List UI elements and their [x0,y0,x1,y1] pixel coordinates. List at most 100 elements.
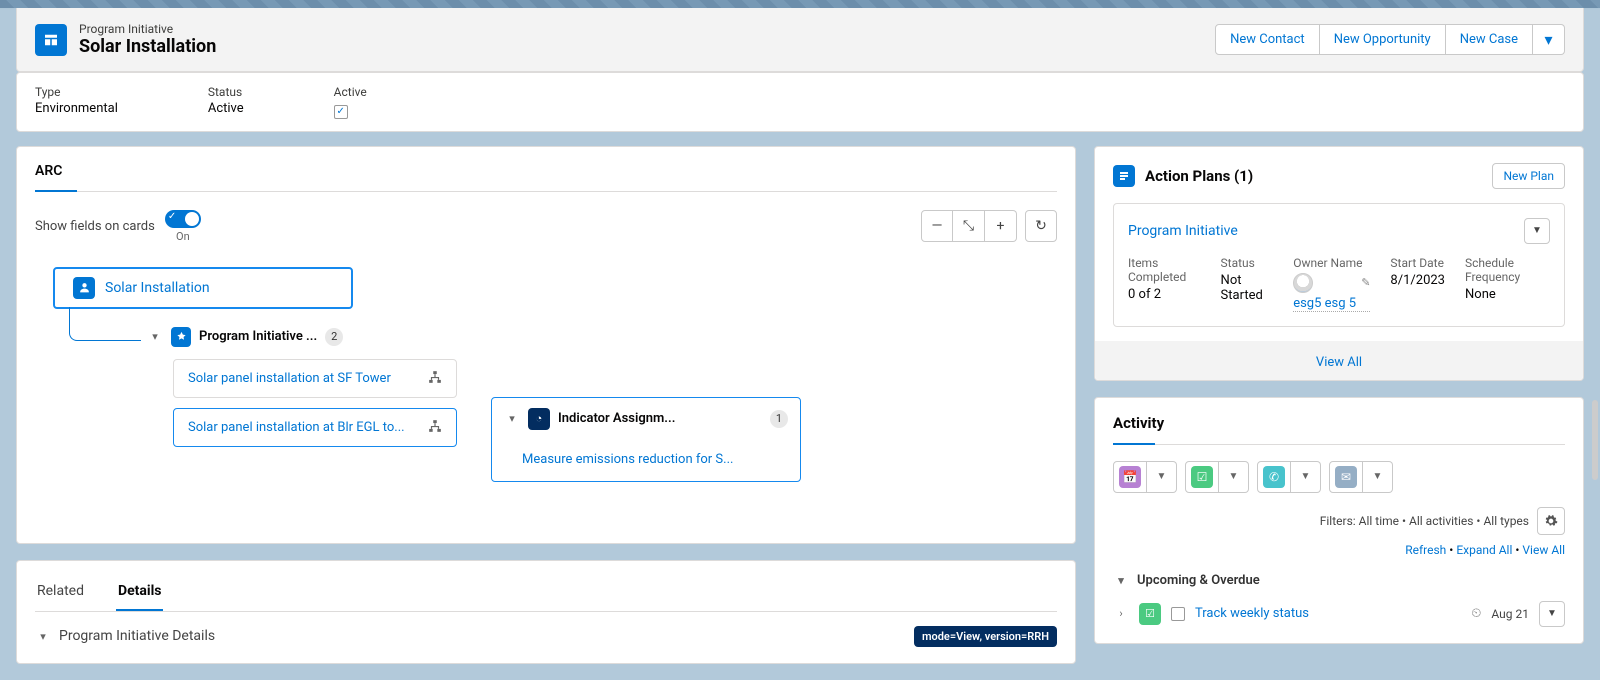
task-due-date: Aug 21 [1491,607,1529,621]
global-pattern-bar [0,0,1600,8]
show-fields-toggle-state: On [176,230,190,243]
status-field-label: Status [208,85,244,99]
new-contact-button[interactable]: New Contact [1215,24,1320,55]
arc-card: ARC Show fields on cards ✓ On [16,146,1076,544]
arc-child-link-1[interactable]: Solar panel installation at SF Tower [188,371,391,386]
schedule-freq-value: None [1465,287,1550,302]
new-opportunity-button[interactable]: New Opportunity [1320,24,1446,55]
activity-filters-text: Filters: All time • All activities • All… [1320,514,1529,528]
activity-refresh-link[interactable]: Refresh [1405,543,1446,557]
arc-child-link-2[interactable]: Solar panel installation at Blr EGL to..… [188,420,405,435]
status-field-value: Active [208,101,244,116]
change-owner-icon[interactable]: ✎ [1361,276,1370,289]
indicator-assignment-count-badge: 1 [770,410,788,428]
arc-child-node-2[interactable]: Solar panel installation at Blr EGL to..… [173,408,457,447]
send-email-dropdown[interactable]: ▼ [1363,461,1393,493]
program-initiative-icon [73,277,95,299]
action-plans-view-all-link[interactable]: View All [1316,355,1362,370]
program-initiative-record-icon [35,24,67,56]
send-email-button[interactable]: ✉ [1329,461,1363,493]
section-head-label: Program Initiative Details [59,628,215,644]
schedule-freq-label: Schedule Frequency [1465,256,1550,284]
arc-card-title: ARC [35,163,1057,185]
upcoming-overdue-label: Upcoming & Overdue [1137,573,1260,588]
items-completed-value: 0 of 2 [1128,287,1201,302]
arc-root-node[interactable]: Solar Installation [53,267,353,309]
scrollbar-thumb[interactable] [1592,400,1598,480]
fit-to-screen-button[interactable]: ⤡ [953,210,985,242]
activity-title: Activity [1113,414,1565,438]
task-row-menu[interactable]: ▼ [1539,601,1565,627]
program-initiative-chevron[interactable]: ▾ [147,329,163,345]
expand-all-button[interactable]: + [985,210,1017,242]
indicator-assignment-chevron[interactable]: ▾ [504,411,520,427]
upcoming-overdue-section[interactable]: ▾ Upcoming & Overdue [1113,573,1565,589]
arc-child-node-1[interactable]: Solar panel installation at SF Tower [173,359,457,398]
new-event-button[interactable]: 📅 [1113,461,1147,493]
indicator-assignment-panel: ▾ ◔ Indicator Assignm... 1 Measure emiss… [491,397,801,482]
action-plans-icon [1113,165,1135,187]
hierarchy-icon[interactable] [428,419,442,436]
new-task-dropdown[interactable]: ▼ [1219,461,1249,493]
new-event-dropdown[interactable]: ▼ [1147,461,1177,493]
record-header: Program Initiative Solar Installation Ne… [16,8,1584,72]
task-type-icon: ☑ [1139,603,1161,625]
action-plan-item: Program Initiative ▼ Items Completed 0 o… [1113,203,1565,327]
chevron-down-icon: ▾ [35,628,51,644]
indicator-assignment-icon: ◔ [528,408,550,430]
action-plans-card: Action Plans (1) New Plan Program Initia… [1094,146,1584,381]
type-field-label: Type [35,85,118,99]
program-initiative-details-section[interactable]: ▾ Program Initiative Details [35,628,215,644]
activity-expand-all-link[interactable]: Expand All [1456,543,1512,557]
mode-version-badge: mode=View, version=RRH [914,626,1057,647]
new-plan-button[interactable]: New Plan [1492,163,1565,189]
calendar-icon: 📅 [1119,466,1141,488]
start-date-value: 8/1/2023 [1390,273,1445,288]
owner-name-link[interactable]: esg5 esg 5 [1293,296,1370,312]
activity-card: Activity 📅 ▼ ☑ ▼ ✆ ▼ [1094,397,1584,644]
arc-root-label: Solar Installation [105,280,210,296]
refresh-arc-button[interactable]: ↻ [1025,210,1057,242]
new-task-button[interactable]: ☑ [1185,461,1219,493]
owner-name-label: Owner Name [1293,256,1370,270]
indicator-assignment-child-link[interactable]: Measure emissions reduction for S... [522,452,733,467]
show-fields-toggle-label: Show fields on cards [35,219,155,234]
header-actions-dropdown[interactable]: ▾ [1533,24,1565,55]
action-plans-title: Action Plans (1) [1145,167,1253,185]
active-checkbox-icon: ✓ [334,105,348,119]
task-subject-link[interactable]: Track weekly status [1195,606,1461,621]
task-expand-chevron[interactable]: › [1113,606,1129,622]
header-action-group: New Contact New Opportunity New Case ▾ [1215,24,1565,55]
owner-avatar [1293,273,1313,293]
program-initiative-group-icon [171,327,191,347]
recurrence-icon: ⏲ [1471,606,1481,621]
log-call-dropdown[interactable]: ▼ [1291,461,1321,493]
action-plan-item-menu[interactable]: ▼ [1524,218,1550,244]
action-plan-link[interactable]: Program Initiative [1128,223,1238,239]
tab-details[interactable]: Details [116,577,164,611]
items-completed-label: Items Completed [1128,256,1201,284]
highlight-fields-panel: Type Environmental Status Active Active … [16,72,1584,132]
task-complete-checkbox[interactable] [1171,607,1185,621]
log-call-button[interactable]: ✆ [1257,461,1291,493]
ap-status-value: Not Started [1221,273,1274,303]
indicator-assignment-title: Indicator Assignm... [558,411,762,426]
chevron-down-icon: ▾ [1113,573,1129,589]
record-title: Solar Installation [79,36,216,57]
new-case-button[interactable]: New Case [1446,24,1533,55]
type-field-value: Environmental [35,101,118,116]
collapse-all-button[interactable]: — [921,210,953,242]
start-date-label: Start Date [1390,256,1445,270]
program-initiative-count-badge: 2 [325,328,343,346]
program-initiative-group-label: Program Initiative ... [199,329,317,344]
show-fields-toggle[interactable]: ✓ [165,210,201,228]
record-type-eyebrow: Program Initiative [79,22,216,36]
activity-view-all-link[interactable]: View All [1522,543,1565,557]
program-initiative-group-node[interactable]: Program Initiative ... 2 [171,327,343,347]
ap-status-label: Status [1221,256,1274,270]
phone-icon: ✆ [1263,466,1285,488]
activity-settings-button[interactable] [1537,507,1565,535]
hierarchy-icon[interactable] [428,370,442,387]
active-field-label: Active [334,85,367,99]
tab-related[interactable]: Related [35,577,86,611]
